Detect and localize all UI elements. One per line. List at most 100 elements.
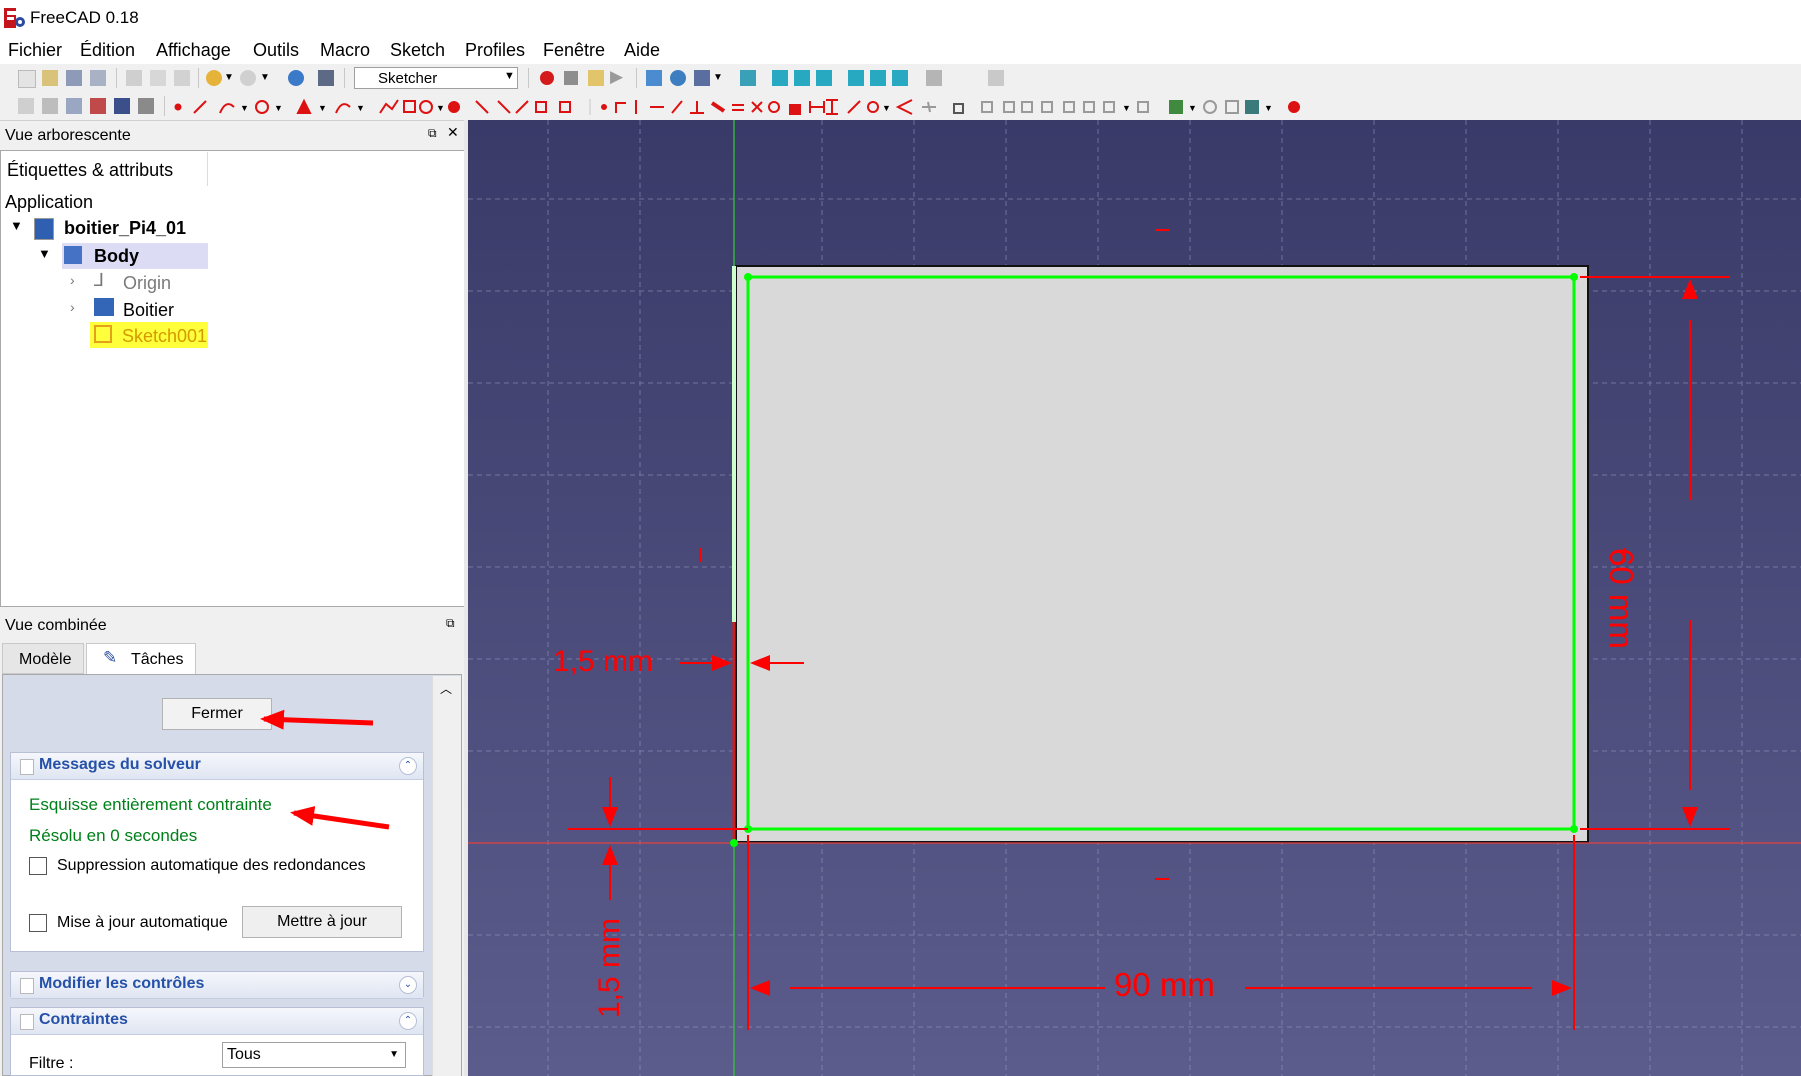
vertex[interactable] <box>744 273 752 281</box>
view-isometric-icon[interactable] <box>740 70 756 86</box>
fit-selection-icon[interactable] <box>670 70 686 86</box>
edit-sketch-icon[interactable] <box>42 98 58 114</box>
angle-constraint-icon[interactable] <box>895 99 913 115</box>
create-polygon-icon[interactable] <box>419 100 433 114</box>
refresh-icon[interactable] <box>288 70 304 86</box>
leave-sketch-icon[interactable] <box>66 98 82 114</box>
undo-icon[interactable] <box>206 70 222 86</box>
menu-macro[interactable]: Macro <box>320 40 370 61</box>
create-fillet-icon[interactable] <box>475 100 489 114</box>
carbon-copy-icon[interactable] <box>559 101 571 113</box>
dimension-label-offset-x[interactable]: 1,5 mm <box>553 645 653 679</box>
create-arc-icon[interactable] <box>219 103 235 114</box>
create-polyline-icon[interactable] <box>379 99 399 114</box>
menu-profiles[interactable]: Profiles <box>465 40 525 61</box>
tab-taches[interactable]: ✎ Tâches <box>86 643 196 675</box>
chevron-right-icon[interactable]: › <box>70 272 75 288</box>
chevron-right-icon[interactable]: › <box>70 299 75 315</box>
menu-affichage[interactable]: Affichage <box>156 40 231 61</box>
measure-distance-icon[interactable] <box>926 70 942 86</box>
collapse-icon[interactable]: ⌃ <box>399 1012 417 1030</box>
fit-all-icon[interactable] <box>646 70 662 86</box>
tree-item-origin[interactable]: Origin <box>123 273 171 294</box>
constraints-header[interactable]: Contraintes ⌃ <box>11 1008 423 1035</box>
view-section-icon[interactable] <box>114 98 130 114</box>
undo-dropdown-icon[interactable]: ▼ <box>224 72 234 83</box>
new-document-icon[interactable] <box>18 70 36 88</box>
macro-run-icon[interactable]: ▶ <box>610 67 623 87</box>
tree-item-boitier[interactable]: Boitier <box>123 300 174 321</box>
save-icon[interactable] <box>66 70 82 86</box>
create-line-icon[interactable] <box>193 100 207 114</box>
snell-constraint-icon[interactable] <box>922 101 936 113</box>
tree-item-sketch[interactable]: Sketch001 <box>122 326 207 347</box>
map-sketch-icon[interactable] <box>138 98 154 114</box>
create-point-icon[interactable] <box>174 103 182 111</box>
draw-style-icon[interactable] <box>694 70 710 86</box>
tree-item-body[interactable]: Body <box>94 246 139 267</box>
chevron-down-icon[interactable]: ▼ <box>10 218 23 233</box>
close-panel-icon[interactable]: ✕ <box>447 124 459 141</box>
menu-edition[interactable]: Édition <box>80 40 135 61</box>
create-conic-icon[interactable] <box>296 98 312 114</box>
redo-icon[interactable] <box>240 70 256 86</box>
view-left-icon[interactable] <box>892 70 908 86</box>
draw-style-dropdown-icon[interactable]: ▼ <box>713 72 723 83</box>
constraint-filter-select[interactable]: Tous ▼ <box>222 1042 406 1068</box>
external-geometry-icon[interactable] <box>535 101 547 113</box>
macro-edit-icon[interactable] <box>588 70 604 86</box>
tree-column-header[interactable]: Étiquettes & attributs <box>7 160 173 181</box>
new-sketch-icon[interactable] <box>18 98 34 114</box>
macro-record-icon[interactable] <box>540 71 554 85</box>
radius-constraint-icon[interactable] <box>867 101 879 113</box>
toggle-construction-icon[interactable] <box>953 103 964 114</box>
tab-modele[interactable]: Modèle <box>2 643 84 674</box>
macro-stop-icon[interactable] <box>564 71 578 85</box>
horizontal-distance-icon[interactable] <box>809 101 825 113</box>
paste-icon[interactable] <box>174 70 190 86</box>
create-circle-icon[interactable] <box>255 100 269 114</box>
whats-this-icon[interactable] <box>318 70 334 86</box>
scroll-up-icon[interactable]: ︿ <box>440 680 452 697</box>
solver-section-header[interactable]: Messages du solveur ⌃ <box>11 753 423 780</box>
vertex[interactable] <box>1570 273 1578 281</box>
view-rear-icon[interactable] <box>848 70 864 86</box>
menu-outils[interactable]: Outils <box>253 40 299 61</box>
copy-icon[interactable] <box>150 70 166 86</box>
extend-edge-icon[interactable] <box>515 100 529 114</box>
redo-dropdown-icon[interactable]: ▼ <box>260 72 270 83</box>
create-slot-icon[interactable] <box>448 101 460 113</box>
lock-constraint-icon[interactable] <box>789 104 801 115</box>
task-panel-scrollbar[interactable]: ︿ <box>432 676 461 1076</box>
view-sketch-icon[interactable] <box>90 98 106 114</box>
dimension-label-width[interactable]: 90 mm <box>1114 966 1215 1004</box>
save-as-icon[interactable] <box>90 70 106 86</box>
vertical-distance-icon[interactable] <box>826 99 838 115</box>
distance-constraint-icon[interactable] <box>847 100 861 114</box>
view-right-icon[interactable] <box>816 70 832 86</box>
menu-fichier[interactable]: Fichier <box>8 40 62 61</box>
view-top-icon[interactable] <box>794 70 810 86</box>
update-button[interactable]: Mettre à jour <box>242 906 402 938</box>
dimension-label-height[interactable]: 60 mm <box>1602 548 1640 649</box>
dimension-label-offset-y[interactable]: 1,5 mm <box>593 918 627 1018</box>
view-front-icon[interactable] <box>772 70 788 86</box>
close-sketch-button[interactable]: Fermer <box>162 698 272 730</box>
menu-sketch[interactable]: Sketch <box>390 40 445 61</box>
origin-point[interactable] <box>730 839 738 847</box>
auto-update-checkbox[interactable] <box>29 914 47 932</box>
chevron-down-icon[interactable]: ▼ <box>38 246 51 261</box>
edit-controls-header[interactable]: Modifier les contrôles ⌄ <box>11 972 423 999</box>
collapse-icon[interactable]: ⌃ <box>399 757 417 775</box>
float-panel-icon[interactable]: ⧉ <box>446 616 455 631</box>
open-folder-icon[interactable] <box>42 70 58 86</box>
float-panel-icon[interactable]: ⧉ <box>428 126 437 141</box>
cut-icon[interactable] <box>126 70 142 86</box>
menu-fenetre[interactable]: Fenêtre <box>543 40 605 61</box>
tree-item-document[interactable]: boitier_Pi4_01 <box>64 218 186 239</box>
menu-aide[interactable]: Aide <box>624 40 660 61</box>
expand-icon[interactable]: ⌄ <box>399 976 417 994</box>
create-rectangle-icon[interactable] <box>403 100 416 113</box>
create-group-icon[interactable] <box>988 70 1004 86</box>
create-bspline-icon[interactable] <box>335 103 351 114</box>
